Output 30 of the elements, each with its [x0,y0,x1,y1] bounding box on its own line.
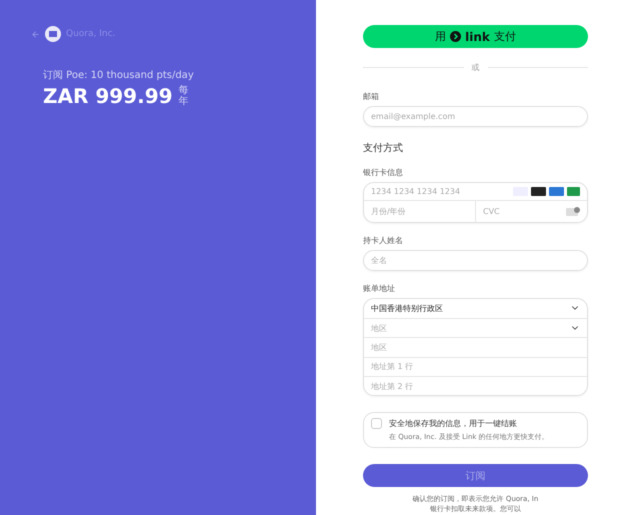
email-field[interactable]: email@example.com [363,106,588,127]
save-info-checkbox[interactable] [371,418,382,430]
cvc-card-icon [566,207,580,216]
name-field[interactable]: 全名 [363,250,588,271]
card-brand-icon [567,186,580,196]
back-arrow-icon[interactable] [31,30,40,38]
billing-period: 每年 [178,85,189,107]
field-label: 持卡人姓名 [363,235,404,246]
save-info-title: 安全地保存我的信息，用于一键结账 [389,418,518,430]
address-input[interactable]: 地区 [364,337,587,357]
address-input[interactable]: 地址第 1 行 [364,356,587,376]
address-input[interactable]: 地址第 2 行 [364,376,587,396]
section-heading: 支付方式 [363,142,404,155]
pay-with-link-button[interactable]: 用 link 支付 [363,25,588,48]
expiry-placeholder: 月份/年份 [371,206,406,218]
field-label: 邮箱 [363,91,380,102]
price: ZAR 999.99 [43,84,173,108]
card-details-field[interactable]: 1234 1234 1234 1234 月份/年份 CVC [363,182,588,224]
merchant-logo [45,26,61,42]
address-select[interactable]: 中国香港特别行政区 [364,298,587,318]
chevron-circle-icon [450,31,462,42]
cvc-placeholder: CVC [483,207,500,216]
card-brand-icon [531,186,546,196]
divider-label: 或 [472,62,480,74]
address-select[interactable]: 地区 [364,318,587,338]
field-label: 账单地址 [363,282,396,294]
product-title: 订阅 Poe: 10 thousand pts/day [43,69,195,82]
field-label: 银行卡信息 [363,166,404,178]
card-brand-icon [549,186,564,196]
card-number-placeholder: 1234 1234 1234 1234 [371,186,460,196]
